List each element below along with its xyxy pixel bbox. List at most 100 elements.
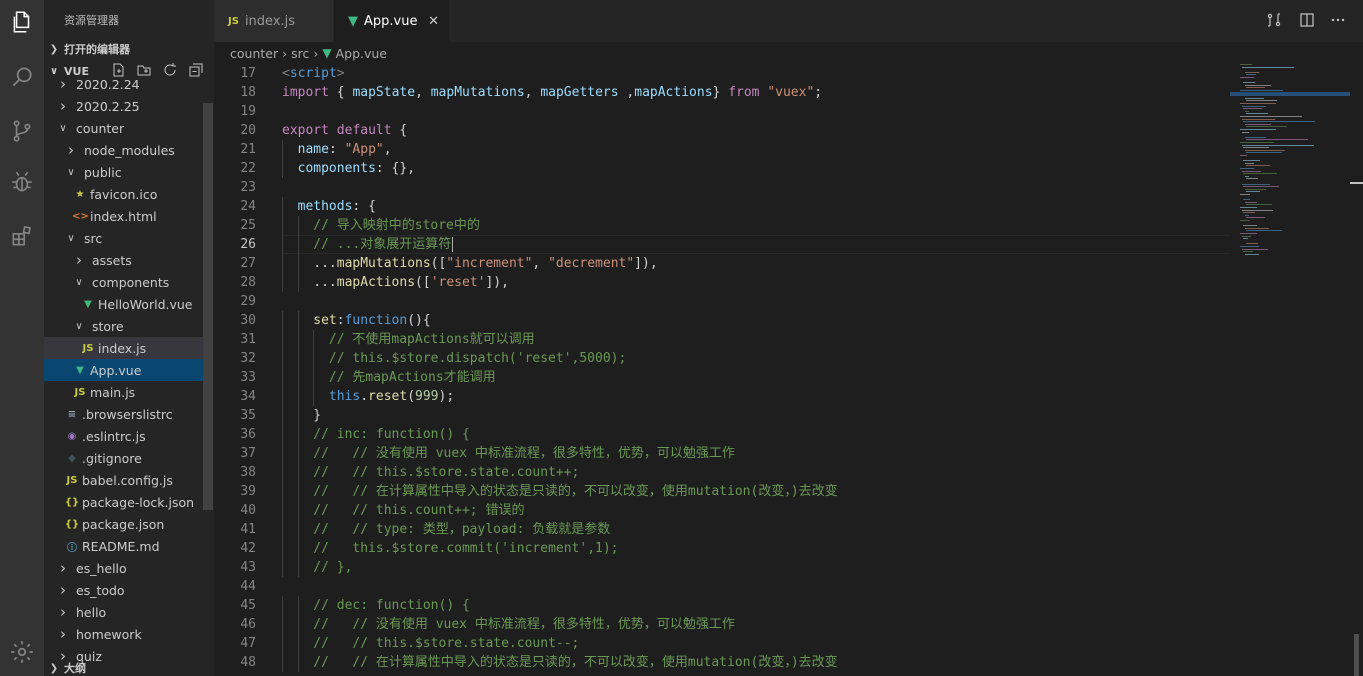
source-control-icon[interactable] bbox=[0, 109, 44, 153]
search-icon[interactable] bbox=[0, 55, 44, 99]
tab-app-vue[interactable]: ▼ App.vue ✕ bbox=[334, 0, 449, 42]
tree-file[interactable]: {} package-lock.json bbox=[44, 491, 204, 513]
tree-file[interactable]: ★ favicon.ico bbox=[44, 183, 204, 205]
code-line[interactable]: // // type: 类型，payload: 负载就是参数 bbox=[313, 520, 610, 539]
tree-file[interactable]: {} package.json bbox=[44, 513, 204, 535]
code-line[interactable]: import { mapState, mapMutations, mapGett… bbox=[282, 83, 822, 102]
indent-guide bbox=[297, 235, 299, 254]
line-number: 25 bbox=[240, 218, 256, 233]
tree-folder[interactable]: ∨ counter bbox=[44, 117, 204, 139]
code-token: // dec: function() { bbox=[313, 598, 470, 613]
code-line[interactable]: ...mapActions(['reset']), bbox=[313, 273, 509, 292]
breadcrumb-file[interactable]: App.vue bbox=[336, 46, 387, 61]
tree-folder[interactable]: ∨ store bbox=[44, 315, 204, 337]
code-line[interactable]: export default { bbox=[282, 121, 407, 140]
tree-folder[interactable]: › hello bbox=[44, 601, 204, 623]
outline-section[interactable]: ❯ 大纲 bbox=[44, 657, 214, 676]
tree-file[interactable]: ⓘ README.md bbox=[44, 535, 204, 557]
code-token: mapState bbox=[352, 85, 416, 100]
tree-item-label: main.js bbox=[90, 384, 136, 400]
tree-file[interactable]: ◉ .eslintrc.js bbox=[44, 425, 204, 447]
sidebar-scrollbar[interactable] bbox=[203, 103, 213, 510]
code-line[interactable]: // // 没有使用 vuex 中标准流程，很多特性，优势，可以勉强工作 bbox=[313, 615, 735, 634]
minimap-line bbox=[1241, 66, 1295, 68]
tree-folder[interactable]: ∨ components bbox=[44, 271, 204, 293]
tree-item-label: 2020.2.24 bbox=[76, 76, 140, 92]
tree-folder[interactable]: › 2020.2.24 bbox=[44, 74, 204, 95]
minimap-line bbox=[1243, 186, 1279, 188]
tree-file[interactable]: ▼ HelloWorld.vue bbox=[44, 293, 204, 315]
code-editor[interactable]: 17 <script> 18 import { mapState, mapMutati… bbox=[214, 64, 1363, 676]
open-changes-icon[interactable] bbox=[1266, 12, 1282, 28]
code-line[interactable]: // ...对象展开运算符 bbox=[313, 235, 454, 254]
open-editors-section[interactable]: ❯ 打开的编辑器 bbox=[44, 38, 214, 60]
code-line[interactable]: // // 在计算属性中导入的状态是只读的，不可以改变，使用mutation(改… bbox=[313, 653, 837, 672]
tree-folder[interactable]: › node_modules bbox=[44, 139, 204, 161]
tree-file[interactable]: JS index.js bbox=[44, 337, 204, 359]
breadcrumb-src[interactable]: src bbox=[291, 46, 309, 61]
code-line[interactable]: } bbox=[313, 406, 321, 425]
code-token: { bbox=[391, 123, 408, 138]
tree-file[interactable]: <> index.html bbox=[44, 205, 204, 227]
code-line[interactable]: // // this.$store.state.count--; bbox=[313, 634, 579, 653]
tree-folder[interactable]: › assets bbox=[44, 249, 204, 271]
code-line[interactable]: // this.$store.dispatch('reset',5000); bbox=[329, 349, 626, 368]
code-line[interactable]: set:function(){ bbox=[313, 311, 430, 330]
editor-scrollbar[interactable] bbox=[1350, 64, 1363, 676]
settings-gear-icon[interactable] bbox=[0, 630, 44, 674]
code-line[interactable]: this.reset(999); bbox=[329, 387, 454, 406]
tree-file[interactable]: ▼ App.vue bbox=[44, 359, 204, 381]
code-line[interactable]: methods: { bbox=[298, 197, 376, 216]
code-line[interactable]: // inc: function() { bbox=[313, 425, 470, 444]
tab-index-js[interactable]: JS index.js bbox=[214, 0, 333, 42]
explorer-icon[interactable] bbox=[0, 0, 44, 44]
code-line[interactable]: components: {}, bbox=[298, 159, 415, 178]
extensions-icon[interactable] bbox=[0, 214, 44, 258]
minimap[interactable] bbox=[1230, 64, 1350, 676]
breadcrumb: counter › src › ▼ App.vue bbox=[214, 42, 1363, 64]
indent-guide bbox=[282, 406, 283, 425]
outline-label: 大纲 bbox=[64, 662, 86, 675]
close-icon[interactable]: ✕ bbox=[428, 14, 439, 29]
tree-folder[interactable]: › 2020.2.25 bbox=[44, 95, 204, 117]
lines-icon: ≡ bbox=[67, 408, 77, 420]
code-line[interactable]: // // 没有使用 vuex 中标准流程，很多特性，优势，可以勉强工作 bbox=[313, 444, 735, 463]
code-line[interactable]: name: "App", bbox=[298, 140, 392, 159]
minimap-line bbox=[1241, 144, 1314, 146]
tree-folder[interactable]: ∨ public bbox=[44, 161, 204, 183]
debug-icon[interactable] bbox=[0, 160, 44, 204]
tree-folder[interactable]: ∨ src bbox=[44, 227, 204, 249]
code-token: { bbox=[328, 85, 353, 100]
code-line[interactable]: // // 在计算属性中导入的状态是只读的，不可以改变，使用mutation(改… bbox=[313, 482, 837, 501]
tree-file[interactable]: ◆ .gitignore bbox=[44, 447, 204, 469]
split-editor-icon[interactable] bbox=[1299, 12, 1315, 28]
more-actions-icon[interactable] bbox=[1330, 12, 1346, 28]
code-line[interactable]: ...mapMutations(["increment", "decrement… bbox=[313, 254, 657, 273]
minimap-line bbox=[1246, 230, 1282, 232]
tree-file[interactable]: JS babel.config.js bbox=[44, 469, 204, 491]
code-line[interactable]: // 先mapActions才能调用 bbox=[329, 368, 496, 387]
code-token: "App" bbox=[344, 142, 384, 157]
minimap-line bbox=[1243, 121, 1315, 123]
tree-folder[interactable]: › es_hello bbox=[44, 557, 204, 579]
tree-folder[interactable]: › es_todo bbox=[44, 579, 204, 601]
minimap-line bbox=[1241, 105, 1266, 107]
tree-item-label: public bbox=[84, 164, 122, 180]
tree-file[interactable]: JS main.js bbox=[44, 381, 204, 403]
tree-folder[interactable]: › homework bbox=[44, 623, 204, 645]
line-number: 47 bbox=[240, 636, 256, 651]
scrollbar-thumb[interactable] bbox=[1354, 634, 1359, 676]
code-line[interactable]: // 不使用mapActions就可以调用 bbox=[329, 330, 535, 349]
code-line[interactable]: // this.$store.commit('increment',1); bbox=[313, 539, 618, 558]
code-line[interactable]: // // this.$store.state.count++; bbox=[313, 463, 579, 482]
minimap-line bbox=[1240, 90, 1284, 91]
code-line[interactable]: // 导入映射中的store中的 bbox=[313, 216, 480, 235]
code-line[interactable]: // dec: function() { bbox=[313, 596, 470, 615]
code-line[interactable]: // // this.count++; 错误的 bbox=[313, 501, 524, 520]
code-line[interactable]: <script> bbox=[282, 64, 345, 83]
minimap-line bbox=[1246, 165, 1270, 167]
tree-file[interactable]: ≡ .browserslistrc bbox=[44, 403, 204, 425]
breadcrumb-counter[interactable]: counter bbox=[230, 46, 278, 61]
code-line[interactable]: // }, bbox=[313, 558, 352, 577]
tree-item-label: package-lock.json bbox=[82, 494, 195, 510]
